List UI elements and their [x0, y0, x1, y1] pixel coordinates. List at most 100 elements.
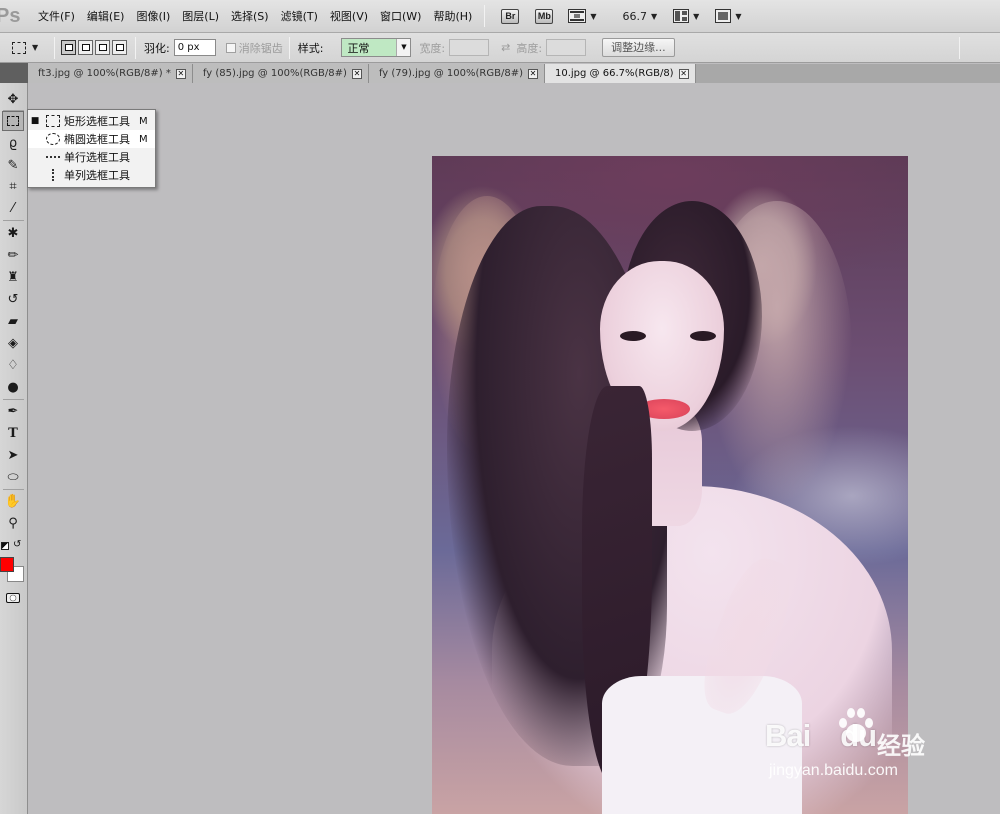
menu-filter[interactable]: 滤镜(T) [275, 0, 324, 33]
screen-mode-button[interactable]: ▼ [712, 5, 744, 27]
style-select[interactable]: 正常 ▼ [341, 38, 412, 57]
tool-options-bar: ▼ 羽化: 0 px 消除锯齿 样式: 正常 ▼ 宽度: ⇄ 高度: 调整边缘.… [0, 33, 1000, 63]
quick-select-icon[interactable]: ✎ [2, 155, 24, 175]
add-selection-icon [81, 44, 90, 51]
view-extras-button[interactable]: ▼ [565, 5, 599, 27]
close-icon[interactable]: ✕ [678, 68, 689, 79]
chevron-down-icon: ▼ [32, 43, 39, 52]
intersect-selection-button[interactable] [112, 40, 127, 55]
marquee-tools-flyout: ■ 矩形选框工具 M 椭圆选框工具 M 单行选框工具 单列选框工具 [27, 109, 156, 188]
tool-preset-picker[interactable]: ▼ [6, 37, 48, 59]
swap-colors-icon[interactable]: ↺ [13, 539, 21, 550]
doc-tab[interactable]: ft3.jpg @ 100%(RGB/8#) * ✕ [28, 64, 193, 83]
flyout-item-single-column-marquee[interactable]: 单列选框工具 [28, 166, 155, 184]
menu-file[interactable]: 文件(F) [32, 0, 81, 33]
tool-divider [3, 220, 24, 221]
move-icon[interactable]: ✥ [2, 89, 24, 109]
tool-divider [3, 399, 24, 400]
options-divider [54, 36, 55, 59]
menu-help[interactable]: 帮助(H) [427, 0, 478, 33]
marquee-icon[interactable] [2, 111, 24, 131]
default-colors-icon[interactable] [1, 542, 9, 550]
menu-select[interactable]: 选择(S) [225, 0, 275, 33]
menu-window[interactable]: 窗口(W) [374, 0, 427, 33]
feather-label: 羽化: [144, 41, 170, 55]
new-selection-button[interactable] [61, 40, 76, 55]
flyout-item-single-row-marquee[interactable]: 单行选框工具 [28, 148, 155, 166]
doc-tab-active[interactable]: 10.jpg @ 66.7%(RGB/8) ✕ [544, 64, 696, 83]
close-icon[interactable]: ✕ [175, 68, 186, 79]
tool-divider [3, 489, 24, 490]
brush-icon[interactable]: ✏ [2, 245, 24, 265]
eraser-icon[interactable]: ▰ [2, 311, 24, 331]
history-brush-icon[interactable]: ↺ [2, 289, 24, 309]
menu-image[interactable]: 图像(I) [130, 0, 176, 33]
feather-input[interactable]: 0 px [173, 39, 216, 56]
style-select-value: 正常 [347, 41, 370, 55]
bridge-button[interactable]: Br [497, 5, 523, 27]
dodge-icon[interactable]: ● [2, 377, 24, 397]
doc-tab-label: fy (85).jpg @ 100%(RGB/8#) [202, 68, 347, 79]
new-selection-icon [64, 44, 73, 51]
hand-icon[interactable]: ✋ [2, 491, 24, 511]
antialias-checkbox[interactable] [225, 42, 236, 53]
flyout-item-label: 单列选框工具 [64, 169, 130, 182]
rect-marquee-icon [46, 115, 60, 127]
subject-dress [602, 676, 802, 814]
close-icon[interactable]: ✕ [527, 68, 538, 79]
type-icon[interactable]: T [2, 423, 24, 443]
subtract-selection-button[interactable] [95, 40, 110, 55]
document-image[interactable] [432, 156, 908, 814]
lasso-icon[interactable]: ϱ [2, 133, 24, 153]
eyedropper-icon[interactable]: ⁄ [2, 198, 24, 218]
height-label: 高度: [516, 41, 543, 55]
style-label: 样式: [297, 41, 324, 55]
zoom-level-dropdown[interactable]: 66.7 ▼ [612, 5, 661, 27]
zoom-icon[interactable]: ⚲ [2, 513, 24, 533]
arrange-documents-button[interactable]: ▼ [670, 5, 702, 27]
healing-brush-icon[interactable]: ✱ [2, 223, 24, 243]
canvas-area[interactable] [29, 83, 1000, 814]
path-select-icon[interactable]: ➤ [2, 445, 24, 465]
subject-eye-right [690, 331, 716, 341]
chevron-down-icon: ▼ [651, 11, 658, 21]
menu-view[interactable]: 视图(V) [324, 0, 374, 33]
menu-bar: Ps 文件(F) 编辑(E) 图像(I) 图层(L) 选择(S) 滤镜(T) 视… [0, 0, 1000, 33]
crop-icon[interactable]: ⌗ [2, 176, 24, 196]
refine-edge-button[interactable]: 调整边缘... [602, 38, 675, 57]
flyout-item-ellipse-marquee[interactable]: 椭圆选框工具 M [28, 130, 155, 148]
pen-icon[interactable]: ✒ [2, 401, 24, 421]
add-to-selection-button[interactable] [78, 40, 93, 55]
arrange-documents-icon [673, 9, 690, 23]
menu-edit[interactable]: 编辑(E) [81, 0, 131, 33]
doc-tab[interactable]: fy (85).jpg @ 100%(RGB/8#) ✕ [192, 64, 369, 83]
ellipse-shape-icon[interactable]: ⬭ [2, 467, 24, 487]
antialias-label: 消除锯齿 [238, 41, 283, 55]
quick-mask-icon[interactable] [2, 588, 24, 608]
mini-bridge-icon: Mb [535, 8, 554, 24]
clone-stamp-icon[interactable]: ♜ [2, 267, 24, 287]
toolbox: ✥ ϱ ✎ ⌗ ⁄ ✱ ✏ ♜ ↺ ▰ ◈ ♢ ● ✒ T ➤ ⬭ ✋ ⚲ ↺ [0, 63, 28, 814]
options-divider [959, 36, 960, 59]
close-icon[interactable]: ✕ [351, 68, 362, 79]
doc-tab[interactable]: fy (79).jpg @ 100%(RGB/8#) ✕ [368, 64, 545, 83]
menu-layer[interactable]: 图层(L) [176, 0, 225, 33]
height-input [546, 39, 587, 56]
intersect-selection-icon [115, 44, 124, 51]
width-input [449, 39, 490, 56]
film-strip-icon [568, 9, 587, 23]
ellipse-marquee-icon [46, 133, 60, 145]
blur-icon[interactable]: ♢ [2, 355, 24, 375]
document-tab-bar: ft3.jpg @ 100%(RGB/8#) * ✕ fy (85).jpg @… [28, 64, 1000, 83]
doc-tab-label: fy (79).jpg @ 100%(RGB/8#) [378, 68, 523, 79]
mini-bridge-button[interactable]: Mb [531, 5, 557, 27]
paint-bucket-icon[interactable]: ◈ [2, 333, 24, 353]
flyout-item-label: 矩形选框工具 [64, 115, 130, 128]
width-label: 宽度: [419, 41, 446, 55]
foreground-color-swatch[interactable] [0, 557, 14, 572]
single-row-marquee-icon [46, 151, 60, 163]
app-logo: Ps [0, 4, 21, 27]
chevron-down-icon: ▼ [590, 11, 597, 21]
flyout-item-shortcut: M [139, 115, 148, 127]
flyout-item-rect-marquee[interactable]: ■ 矩形选框工具 M [28, 112, 155, 130]
